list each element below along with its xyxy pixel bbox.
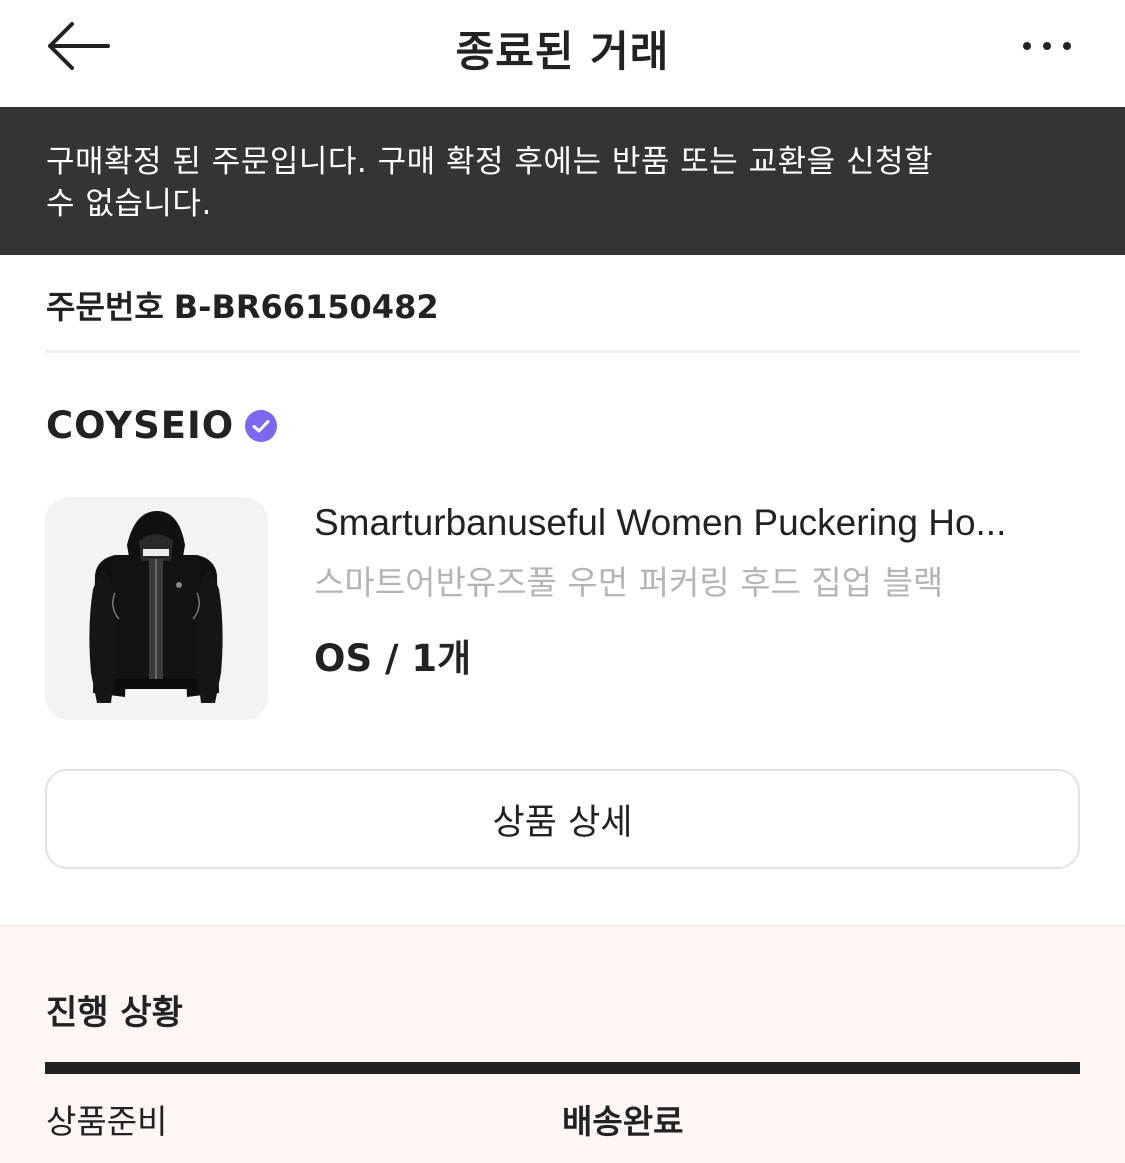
- product-detail-button[interactable]: 상품 상세: [45, 769, 1080, 869]
- notice-line-1: 구매확정 된 주문입니다. 구매 확정 후에는 반품 또는 교환을 신청할: [46, 144, 934, 180]
- purchase-confirmed-notice: 구매확정 된 주문입니다. 구매 확정 후에는 반품 또는 교환을 신청할 수 …: [0, 107, 1125, 255]
- brand-name: COYSEIO: [46, 404, 235, 447]
- progress-step-delivered: 배송완료: [562, 1102, 684, 1141]
- more-options-button[interactable]: [1012, 26, 1082, 66]
- progress-step-preparing: 상품준비: [46, 1102, 168, 1141]
- order-number-value: B-BR66150482: [173, 288, 439, 326]
- order-number: 주문번호 B-BR66150482: [46, 282, 439, 328]
- verified-check-icon: [245, 409, 278, 442]
- product-thumbnail[interactable]: [45, 497, 268, 720]
- black-hoodie-image: [89, 511, 223, 703]
- product-name[interactable]: Smarturbanuseful Women Puckering Ho...: [314, 502, 1084, 544]
- notice-line-2: 수 없습니다.: [46, 186, 212, 222]
- order-number-label: 주문번호: [46, 288, 164, 326]
- progress-section: 진행 상황 상품준비 배송완료: [0, 925, 1125, 1163]
- progress-bar: [45, 1062, 1080, 1074]
- product-name-korean: 스마트어반유즈풀 우먼 퍼커링 후드 집업 블랙: [314, 563, 944, 602]
- order-detail-screen: 종료된 거래 구매확정 된 주문입니다. 구매 확정 후에는 반품 또는 교환을…: [0, 0, 1125, 1163]
- page-title: 종료된 거래: [455, 27, 670, 76]
- brand-row[interactable]: COYSEIO: [46, 404, 278, 447]
- divider: [45, 350, 1080, 353]
- progress-title: 진행 상황: [46, 993, 183, 1033]
- more-horizontal-icon: [1023, 42, 1071, 50]
- progress-bar-fill: [45, 1062, 1080, 1074]
- top-navigation-bar: 종료된 거래: [0, 0, 1125, 107]
- product-option: OS / 1개: [314, 637, 472, 680]
- notice-text: 구매확정 된 주문입니다. 구매 확정 후에는 반품 또는 교환을 신청할 수 …: [46, 141, 946, 225]
